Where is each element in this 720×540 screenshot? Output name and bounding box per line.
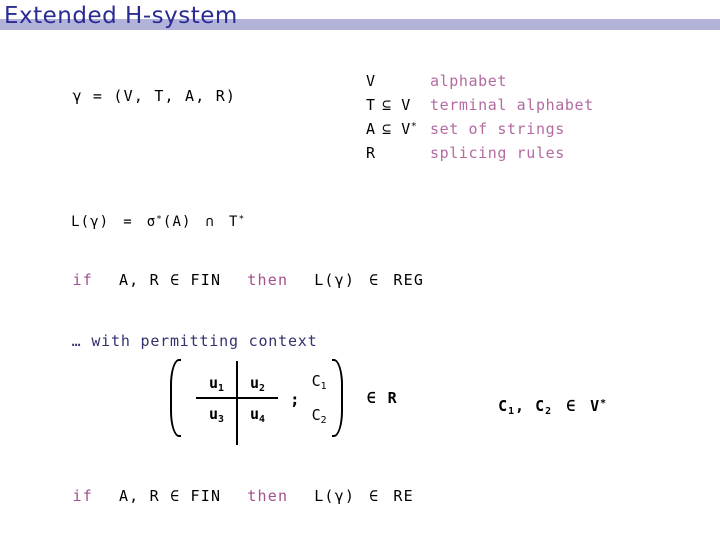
membership-operator: ∈ [369, 487, 380, 505]
legend-symbol: A [366, 120, 376, 138]
c1-base: C [498, 397, 509, 415]
c1-base: C [311, 372, 321, 390]
matrix-cell-u3: u3 [196, 404, 237, 425]
conclusion-class: REG [393, 271, 425, 289]
if-keyword: if [72, 487, 93, 505]
c2-base: C [535, 397, 546, 415]
sigma-argument: (A) [162, 214, 192, 230]
u2-base: u [250, 373, 260, 392]
u3-subscript: 3 [218, 413, 224, 425]
matrix-cell-u2: u2 [237, 373, 278, 394]
kleene-star-sup: * [238, 213, 246, 225]
context-c2: C2 [312, 398, 327, 432]
permitting-context-text: … with permitting context [71, 332, 318, 350]
list-separator: , [515, 397, 536, 415]
premise-text: A, R ∈ FIN [118, 487, 222, 505]
kleene-star-sup: * [156, 213, 163, 225]
legend-symbol: T [366, 96, 376, 114]
kleene-star-sup: * [410, 121, 418, 133]
context-alphabet-condition: C1, C2 ∈ V* [478, 384, 608, 417]
legend-description: splicing rules [430, 144, 565, 162]
u1-base: u [209, 373, 219, 392]
matrix-vertical-divider [236, 361, 238, 445]
legend-row: R splicing rules [366, 144, 594, 168]
u4-base: u [250, 404, 260, 423]
conclusion-lhs: L(γ) [314, 271, 356, 289]
membership-operator: ∈ [566, 397, 577, 415]
c1-subscript: 1 [508, 405, 516, 417]
if-keyword: if [72, 271, 93, 289]
gamma-tuple-text: γ = (V, T, A, R) [72, 87, 237, 105]
matrix-cell-u1: u1 [196, 373, 237, 394]
conditional-statement-reg: if A, R ∈ FIN then L(γ) ∈ REG [52, 258, 424, 288]
matrix-cell-u4: u4 [237, 404, 278, 425]
terminal-base: T [229, 214, 239, 230]
context-c1: C1 [312, 364, 327, 398]
legend-description: terminal alphabet [430, 96, 594, 114]
legend-row: A ⊆ V* set of strings [366, 120, 594, 144]
sigma-star-base: σ [146, 214, 157, 230]
membership-operator: ∈ [369, 271, 380, 289]
then-keyword: then [247, 487, 289, 505]
c2-subscript: 2 [545, 405, 553, 417]
equals-sign: = [123, 214, 133, 230]
language-lhs: L(γ) [71, 214, 110, 230]
page-title: Extended H-system [4, 3, 238, 29]
context-column: C1 C2 [312, 364, 327, 432]
legend-relation-base: ⊆ V [382, 120, 411, 138]
c2-base: C [311, 406, 321, 424]
conclusion-class: RE [393, 487, 414, 505]
conditional-statement-re: if A, R ∈ FIN then L(γ) ∈ RE [52, 474, 414, 504]
splicing-rule-expression: u1 u2 u3 u4 ; C1 C2 ∈ R [170, 356, 399, 445]
premise-text: A, R ∈ FIN [118, 271, 222, 289]
permitting-context-note: … with permitting context [52, 319, 317, 349]
legend-description: set of strings [430, 120, 565, 138]
legend-symbol: V [366, 72, 376, 90]
legend-relation: ⊆ V [382, 96, 411, 114]
right-bracket-icon [327, 357, 343, 439]
symbol-legend: V alphabet T ⊆ V terminal alphabet A ⊆ V… [366, 72, 594, 168]
rule-separator-semicolon: ; [290, 389, 300, 409]
splicing-site-matrix: u1 u2 u3 u4 [196, 361, 278, 445]
kleene-star-sup: * [600, 398, 608, 410]
rule-membership-statement: ∈ R [366, 389, 399, 407]
u4-subscript: 4 [259, 413, 265, 425]
u1-subscript: 1 [218, 382, 224, 394]
legend-description: alphabet [430, 72, 508, 90]
alphabet-star-base: V [590, 397, 601, 415]
conclusion-lhs: L(γ) [314, 487, 356, 505]
then-keyword: then [247, 271, 289, 289]
u2-subscript: 2 [259, 382, 265, 394]
gamma-tuple-definition: γ = (V, T, A, R) [52, 74, 236, 104]
language-definition: L(γ) = σ*(A) ∩ T* [52, 201, 245, 229]
u3-base: u [209, 404, 219, 423]
legend-symbol: R [366, 144, 376, 162]
left-bracket-icon [170, 357, 186, 439]
intersection-operator: ∩ [205, 214, 216, 230]
legend-row: T ⊆ V terminal alphabet [366, 96, 594, 120]
legend-relation: ⊆ V* [382, 120, 430, 138]
legend-row: V alphabet [366, 72, 594, 96]
